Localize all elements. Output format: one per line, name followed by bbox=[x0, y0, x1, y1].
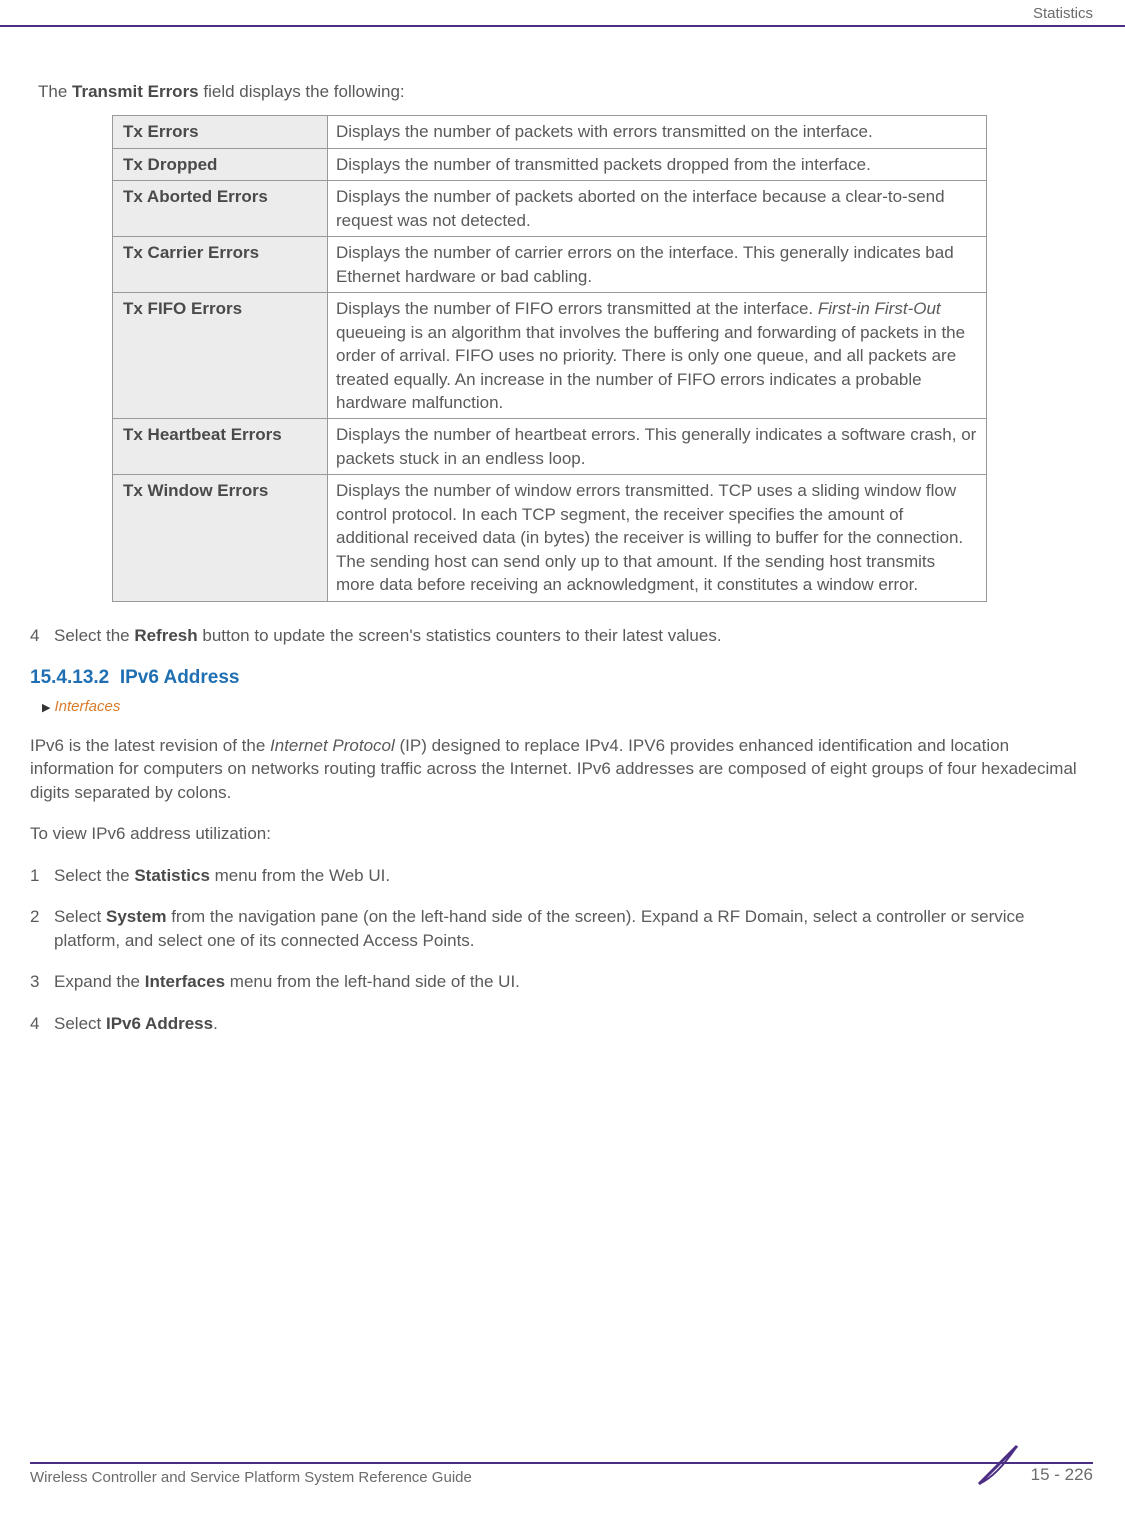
page-content: The Transmit Errors field displays the f… bbox=[30, 80, 1093, 1053]
field-label: Tx Errors bbox=[113, 116, 328, 148]
intro-prefix: The bbox=[38, 82, 72, 101]
header-category: Statistics bbox=[1033, 4, 1093, 25]
step-pre: Select bbox=[54, 907, 106, 926]
table-row: Tx Carrier Errors Displays the number of… bbox=[113, 237, 987, 293]
desc-ital: First-in First-Out bbox=[818, 299, 941, 318]
step-post: . bbox=[213, 1014, 218, 1033]
step-item: 3 Expand the Interfaces menu from the le… bbox=[30, 970, 1093, 993]
ipv6-intro-line: To view IPv6 address utilization: bbox=[30, 822, 1093, 845]
intro-text: The Transmit Errors field displays the f… bbox=[38, 80, 1093, 103]
step-text: Select IPv6 Address. bbox=[54, 1012, 1093, 1035]
step-item: 2 Select System from the navigation pane… bbox=[30, 905, 1093, 952]
breadcrumb: ▶ Interfaces bbox=[42, 697, 1093, 718]
step-post: menu from the Web UI. bbox=[210, 866, 390, 885]
step-bold: Statistics bbox=[134, 866, 210, 885]
field-desc: Displays the number of carrier errors on… bbox=[328, 237, 987, 293]
para-ital: Internet Protocol bbox=[270, 736, 395, 755]
step-pre: Select the bbox=[54, 866, 134, 885]
step-text: Expand the Interfaces menu from the left… bbox=[54, 970, 1093, 993]
intro-suffix: field displays the following: bbox=[199, 82, 405, 101]
section-number: 15.4.13.2 bbox=[30, 667, 109, 688]
step-post: menu from the left-hand side of the UI. bbox=[225, 972, 520, 991]
step-post: from the navigation pane (on the left-ha… bbox=[54, 907, 1024, 949]
field-desc: Displays the number of FIFO errors trans… bbox=[328, 293, 987, 419]
step-number: 4 bbox=[30, 1012, 54, 1035]
section-title: IPv6 Address bbox=[120, 667, 240, 688]
field-label: Tx Heartbeat Errors bbox=[113, 419, 328, 475]
field-desc: Displays the number of heartbeat errors.… bbox=[328, 419, 987, 475]
step-item: 4 Select IPv6 Address. bbox=[30, 1012, 1093, 1035]
field-desc: Displays the number of packets aborted o… bbox=[328, 181, 987, 237]
step-post: button to update the screen's statistics… bbox=[198, 626, 722, 645]
step-item: 1 Select the Statistics menu from the We… bbox=[30, 864, 1093, 887]
table-row: Tx Dropped Displays the number of transm… bbox=[113, 148, 987, 180]
step-text: Select the Refresh button to update the … bbox=[54, 624, 1093, 647]
field-label: Tx Aborted Errors bbox=[113, 181, 328, 237]
footer-right: 15 - 226 bbox=[977, 1444, 1093, 1488]
step-pre: Expand the bbox=[54, 972, 145, 991]
step-bold: System bbox=[106, 907, 166, 926]
step-text: Select System from the navigation pane (… bbox=[54, 905, 1093, 952]
table-row: Tx FIFO Errors Displays the number of FI… bbox=[113, 293, 987, 419]
field-label: Tx FIFO Errors bbox=[113, 293, 328, 419]
field-label: Tx Dropped bbox=[113, 148, 328, 180]
step-pre: Select the bbox=[54, 626, 134, 645]
step-pre: Select bbox=[54, 1014, 106, 1033]
step-number: 1 bbox=[30, 864, 54, 887]
section-heading: 15.4.13.2 IPv6 Address bbox=[30, 665, 1093, 691]
table-row: Tx Aborted Errors Displays the number of… bbox=[113, 181, 987, 237]
desc-post: queueing is an algorithm that involves t… bbox=[336, 323, 965, 412]
step-text: Select the Statistics menu from the Web … bbox=[54, 864, 1093, 887]
brand-swoosh-icon bbox=[977, 1444, 1021, 1488]
intro-bold: Transmit Errors bbox=[72, 82, 199, 101]
table-row: Tx Errors Displays the number of packets… bbox=[113, 116, 987, 148]
transmit-errors-table: Tx Errors Displays the number of packets… bbox=[112, 115, 987, 601]
field-desc: Displays the number of transmitted packe… bbox=[328, 148, 987, 180]
table-row: Tx Heartbeat Errors Displays the number … bbox=[113, 419, 987, 475]
footer-rule bbox=[30, 1462, 1093, 1464]
desc-pre: Displays the number of FIFO errors trans… bbox=[336, 299, 818, 318]
breadcrumb-text: Interfaces bbox=[54, 698, 120, 715]
field-label: Tx Carrier Errors bbox=[113, 237, 328, 293]
breadcrumb-arrow-icon: ▶ bbox=[42, 702, 50, 714]
para-pre: IPv6 is the latest revision of the bbox=[30, 736, 270, 755]
footer-title: Wireless Controller and Service Platform… bbox=[30, 1468, 472, 1489]
step-item: 4 Select the Refresh button to update th… bbox=[30, 624, 1093, 647]
step-bold: Refresh bbox=[134, 626, 197, 645]
page-number: 15 - 226 bbox=[1031, 1445, 1093, 1486]
header-rule bbox=[0, 25, 1125, 27]
ipv6-paragraph: IPv6 is the latest revision of the Inter… bbox=[30, 734, 1093, 804]
table-row: Tx Window Errors Displays the number of … bbox=[113, 475, 987, 601]
step-bold: IPv6 Address bbox=[106, 1014, 213, 1033]
field-desc: Displays the number of packets with erro… bbox=[328, 116, 987, 148]
page-footer: Wireless Controller and Service Platform… bbox=[30, 1444, 1093, 1484]
step-number: 3 bbox=[30, 970, 54, 993]
step-number: 2 bbox=[30, 905, 54, 952]
field-label: Tx Window Errors bbox=[113, 475, 328, 601]
field-desc: Displays the number of window errors tra… bbox=[328, 475, 987, 601]
step-number: 4 bbox=[30, 624, 54, 647]
step-bold: Interfaces bbox=[145, 972, 225, 991]
